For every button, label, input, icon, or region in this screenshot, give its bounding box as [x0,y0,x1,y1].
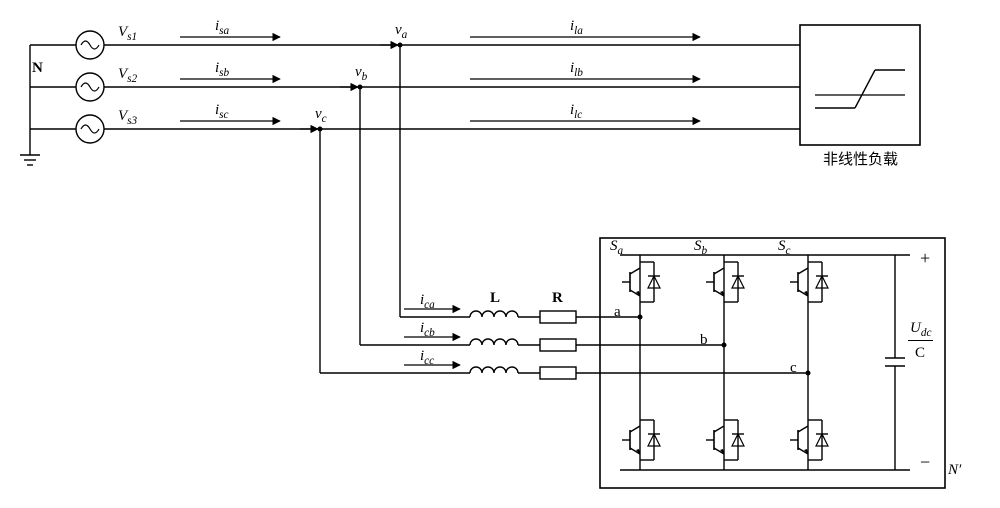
label-icb: icb [420,320,435,339]
label-vc: vc [315,106,327,125]
label-isa: isa [215,18,229,37]
neutral-label: N [32,60,43,77]
leg-a [622,255,660,470]
label-Sb: Sb [694,238,707,257]
nonlinear-load-box [800,25,920,145]
label-Sa: Sa [610,238,623,257]
label-vs2: Vs2 [118,66,137,85]
label-isb: isb [215,60,229,79]
label-L: L [490,290,500,307]
label-Udc: Udc [908,320,933,341]
filter-phase-a [400,309,640,323]
source-vs1 [76,31,104,59]
node-c: c [790,360,797,377]
label-vs1: Vs1 [118,24,137,43]
dc-link [885,255,905,470]
filter-phase-c [320,365,808,379]
label-vs3: Vs3 [118,108,137,127]
node-a: a [614,304,621,321]
load-caption: 非线性负载 [823,148,898,169]
label-ica: ica [420,292,435,311]
filter-phase-b [360,337,724,351]
dc-minus: − [920,452,930,473]
label-Sc: Sc [778,238,791,257]
label-icc: icc [420,348,434,367]
label-C: C [915,345,925,362]
label-R: R [552,290,563,307]
source-vs2 [76,73,104,101]
label-isc: isc [215,102,229,121]
label-ila: ila [570,18,583,37]
label-vb: vb [355,64,367,83]
dc-plus: + [920,248,930,269]
leg-b [706,255,744,470]
label-ilb: ilb [570,60,583,79]
label-va: va [395,22,407,41]
label-ilc: ilc [570,102,582,121]
label-Nprime: N′ [948,462,961,479]
source-vs3 [76,115,104,143]
node-b: b [700,332,708,349]
